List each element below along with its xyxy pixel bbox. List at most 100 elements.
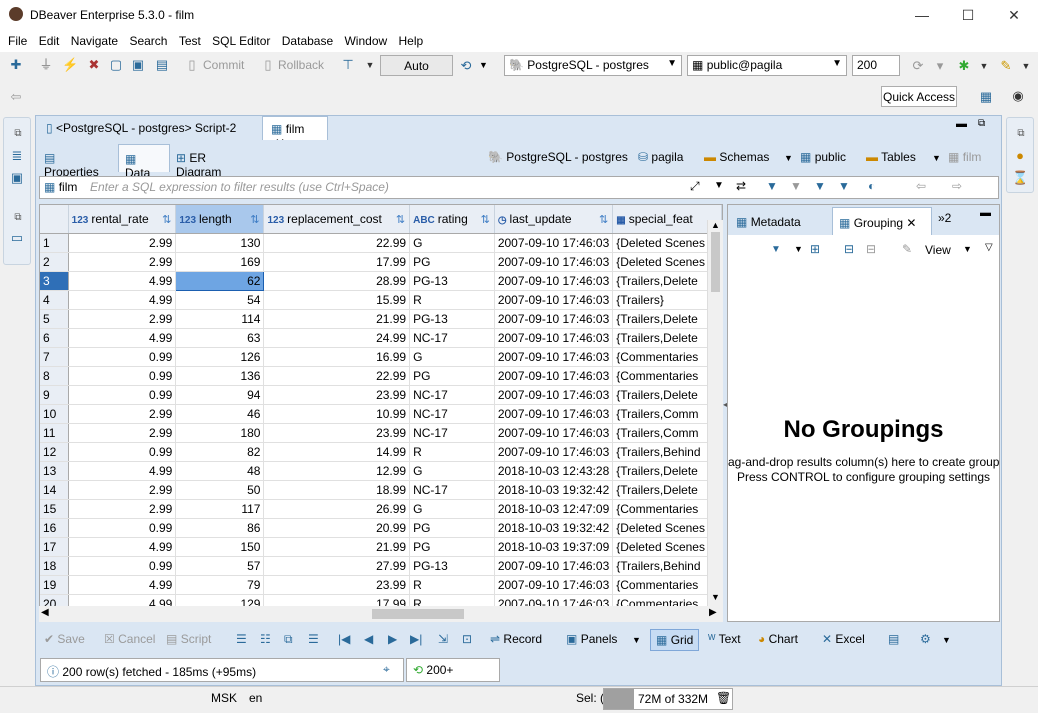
- table-cell[interactable]: 79: [175, 575, 265, 595]
- row-number-cell[interactable]: 12: [40, 442, 69, 462]
- maximize-icon[interactable]: ⧉: [978, 118, 985, 129]
- table-cell[interactable]: 2.99: [68, 233, 177, 253]
- new-script-icon[interactable]: ▣: [130, 57, 146, 73]
- row-number-cell[interactable]: 5: [40, 309, 69, 329]
- chevron-down-icon[interactable]: ▼: [771, 244, 781, 255]
- table-cell[interactable]: NC-17: [409, 328, 495, 348]
- invalidate-icon[interactable]: ✖: [86, 57, 102, 73]
- row-number-cell[interactable]: 18: [40, 556, 69, 576]
- table-cell[interactable]: {Trailers,Delete: [612, 271, 722, 291]
- tab-data[interactable]: ▦ Data: [118, 144, 170, 180]
- menu-edit[interactable]: Edit: [39, 34, 60, 48]
- table-row[interactable]: 1 2.99 130 22.99 G 2007-09-10 17:46:03 {Delete…: [40, 233, 722, 253]
- history-icon[interactable]: ⟲: [458, 58, 474, 74]
- table-cell[interactable]: {Deleted Scenes: [612, 233, 722, 253]
- column-header-rating[interactable]: ABC rating ⇅: [409, 205, 495, 234]
- row-number-cell[interactable]: 9: [40, 385, 69, 405]
- table-cell[interactable]: 2007-09-10 17:46:03: [494, 347, 614, 367]
- filter-input[interactable]: Enter a SQL expression to filter results…: [90, 180, 630, 194]
- row-number-cell[interactable]: 16: [40, 518, 69, 538]
- chevron-down-icon[interactable]: ▼: [963, 244, 972, 254]
- row-number-cell[interactable]: 10: [40, 404, 69, 424]
- table-cell[interactable]: 2007-09-10 17:46:03: [494, 271, 614, 291]
- group-by-icon[interactable]: ⊞: [810, 242, 820, 256]
- refresh-mode-icon[interactable]: ◐: [868, 179, 875, 193]
- table-cell[interactable]: 2018-10-03 12:43:28: [494, 461, 614, 481]
- properties-icon[interactable]: ●: [1012, 148, 1028, 164]
- chevron-down-icon[interactable]: ▼: [784, 153, 793, 163]
- table-cell[interactable]: {Commentaries: [612, 347, 722, 367]
- results-grid[interactable]: 123 rental_rate ⇅ 123 length ⇅ 123 replacemen…: [39, 204, 723, 607]
- trash-icon[interactable]: 🗑: [716, 691, 731, 705]
- table-cell[interactable]: R: [409, 575, 495, 595]
- tab-properties[interactable]: ▤ Properties: [38, 144, 118, 179]
- row-number-cell[interactable]: 17: [40, 537, 69, 557]
- nav-table[interactable]: ▦ film: [948, 150, 981, 164]
- dbeaver-perspective-icon[interactable]: ◉: [1010, 88, 1026, 104]
- table-cell[interactable]: 4.99: [68, 461, 177, 481]
- add-group-icon[interactable]: ⊟: [844, 242, 854, 256]
- table-cell[interactable]: 2.99: [68, 309, 177, 329]
- fetch-page-icon[interactable]: ⇲: [438, 632, 448, 646]
- database-navigator-icon[interactable]: ≣: [9, 148, 25, 164]
- column-header-last-update[interactable]: ◷ last_update ⇅: [494, 205, 614, 234]
- row-number-cell[interactable]: 19: [40, 575, 69, 595]
- table-cell[interactable]: NC-17: [409, 423, 495, 443]
- table-cell[interactable]: {Trailers,Comm: [612, 423, 722, 443]
- panels-button[interactable]: ▣ Panels: [566, 632, 617, 646]
- back-nav-icon[interactable]: ⇦: [8, 89, 24, 105]
- tab-grouping[interactable]: ▦ Grouping ✕: [832, 207, 932, 235]
- filter-history-icon[interactable]: ▼: [714, 180, 724, 191]
- minimize-button[interactable]: —: [899, 0, 945, 30]
- grid-view-button[interactable]: ▦ Grid: [650, 629, 700, 651]
- table-cell[interactable]: 2018-10-03 19:32:42: [494, 518, 614, 538]
- table-cell[interactable]: 94: [175, 385, 265, 405]
- active-datasource-select[interactable]: 🐘 PostgreSQL - postgres ▼: [504, 55, 682, 76]
- table-cell[interactable]: 22.99: [263, 233, 411, 253]
- nav-schemas[interactable]: ▬ Schemas: [704, 150, 769, 164]
- table-cell[interactable]: 2007-09-10 17:46:03: [494, 290, 614, 310]
- table-row[interactable]: 3 4.99 62 28.99 PG-13 2007-09-10 17:46:03 {Tra…: [40, 270, 722, 291]
- row-number-cell[interactable]: 15: [40, 499, 69, 519]
- commit-button[interactable]: Commit: [203, 58, 244, 72]
- table-cell[interactable]: NC-17: [409, 480, 495, 500]
- table-cell[interactable]: {Trailers,Delete: [612, 461, 722, 481]
- script-button[interactable]: ▤ Script: [166, 632, 211, 646]
- sort-filter-icon[interactable]: ⇅: [599, 213, 608, 226]
- restore-icon[interactable]: ⧉: [1013, 126, 1029, 142]
- table-cell[interactable]: 2.99: [68, 423, 177, 443]
- last-page-icon[interactable]: ▶|: [410, 632, 422, 646]
- column-header-special-features[interactable]: ▦ special_feat: [612, 205, 722, 234]
- row-number-cell[interactable]: 13: [40, 461, 69, 481]
- row-number-cell[interactable]: 6: [40, 328, 69, 348]
- table-cell[interactable]: 180: [175, 423, 265, 443]
- table-cell[interactable]: 82: [175, 442, 265, 462]
- table-cell[interactable]: {Commentaries: [612, 366, 722, 386]
- table-cell[interactable]: {Commentaries: [612, 499, 722, 519]
- sort-filter-icon[interactable]: ⇅: [396, 213, 405, 226]
- table-cell[interactable]: 63: [175, 328, 265, 348]
- table-cell[interactable]: {Deleted Scenes: [612, 518, 722, 538]
- filter-icon[interactable]: ▼: [766, 179, 778, 193]
- table-cell[interactable]: 46: [175, 404, 265, 424]
- minimize-icon[interactable]: ▬: [956, 118, 967, 130]
- restore-icon[interactable]: ⧉: [10, 126, 26, 142]
- pin-icon[interactable]: ⌖: [383, 662, 390, 677]
- nav-database[interactable]: ⛁ pagila: [638, 150, 683, 164]
- table-cell[interactable]: 21.99: [263, 309, 411, 329]
- table-cell[interactable]: 62: [175, 270, 265, 291]
- table-cell[interactable]: 4.99: [68, 575, 177, 595]
- table-row[interactable]: 17 4.99 150 21.99 PG 2018-10-03 19:37:09 {Dele…: [40, 537, 722, 557]
- table-cell[interactable]: 4.99: [68, 328, 177, 348]
- column-header-replacement-cost[interactable]: 123 replacement_cost ⇅: [263, 205, 411, 234]
- clear-filter-icon[interactable]: ▼: [790, 179, 802, 193]
- minimize-icon[interactable]: ▬: [980, 207, 991, 219]
- table-cell[interactable]: 2007-09-10 17:46:03: [494, 233, 614, 253]
- menu-sql-editor[interactable]: SQL Editor: [212, 34, 270, 48]
- fetch-size-input[interactable]: 200: [852, 55, 900, 76]
- tab-metadata[interactable]: ▦ Metadata: [730, 207, 830, 235]
- table-cell[interactable]: PG: [409, 366, 495, 386]
- scroll-up-icon[interactable]: ▲: [711, 220, 720, 230]
- table-cell[interactable]: 4.99: [68, 271, 177, 291]
- table-cell[interactable]: 0.99: [68, 556, 177, 576]
